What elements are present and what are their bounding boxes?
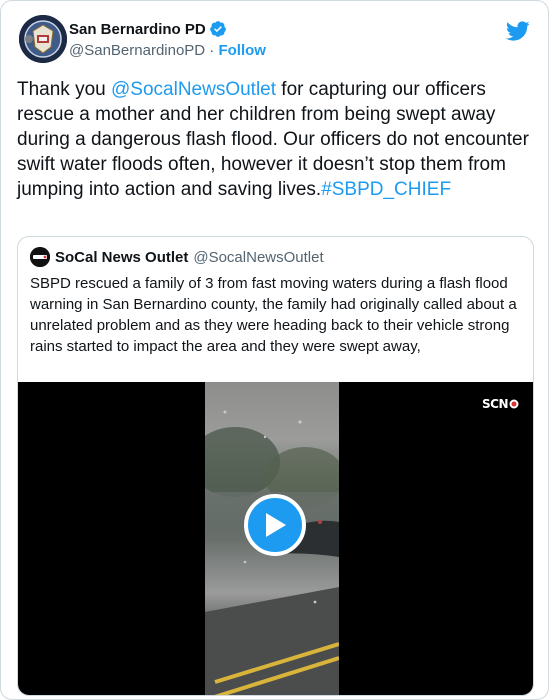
verified-badge-icon	[209, 21, 226, 37]
quoted-handle: @SocalNewsOutlet	[193, 248, 324, 266]
author-handle-row: @SanBernardinoPD · Follow	[69, 41, 266, 61]
tweet-card: San Bernardino PD @SanBernardinoPD · Fol…	[0, 0, 549, 700]
scn-watermark-text: SCN	[482, 397, 509, 411]
avatar[interactable]	[19, 15, 67, 63]
tweet-text: Thank you @SocalNewsOutlet for capturing…	[17, 77, 532, 202]
mention-link[interactable]: @SocalNewsOutlet	[111, 79, 276, 100]
quoted-avatar	[30, 247, 50, 267]
play-icon	[266, 513, 286, 537]
author-names: San Bernardino PD @SanBernardinoPD · Fol…	[69, 19, 266, 61]
author-display-name[interactable]: San Bernardino PD	[69, 21, 206, 38]
separator-dot: ·	[205, 42, 219, 59]
socal-logo-icon	[30, 247, 50, 267]
scn-watermark: SCN	[482, 397, 519, 411]
quoted-tweet-text: SBPD rescued a family of 3 from fast mov…	[30, 275, 517, 355]
hashtag-link[interactable]: #SBPD_CHIEF	[321, 179, 451, 200]
quoted-tweet[interactable]: SoCal News Outlet @SocalNewsOutlet SBPD …	[17, 236, 534, 696]
quoted-display-name: SoCal News Outlet	[55, 248, 189, 266]
video-player[interactable]: SCN	[18, 382, 533, 695]
tweet-text-part1: Thank you	[17, 79, 111, 100]
tweet-header: San Bernardino PD @SanBernardinoPD · Fol…	[17, 15, 532, 65]
quoted-tweet-header: SoCal News Outlet @SocalNewsOutlet	[30, 247, 324, 267]
scn-dot-icon	[509, 399, 519, 409]
badge-avatar-icon	[19, 15, 67, 63]
twitter-bird-icon[interactable]	[506, 19, 530, 43]
follow-button[interactable]: Follow	[218, 42, 266, 59]
play-button[interactable]	[244, 494, 306, 556]
author-handle[interactable]: @SanBernardinoPD	[69, 42, 205, 59]
